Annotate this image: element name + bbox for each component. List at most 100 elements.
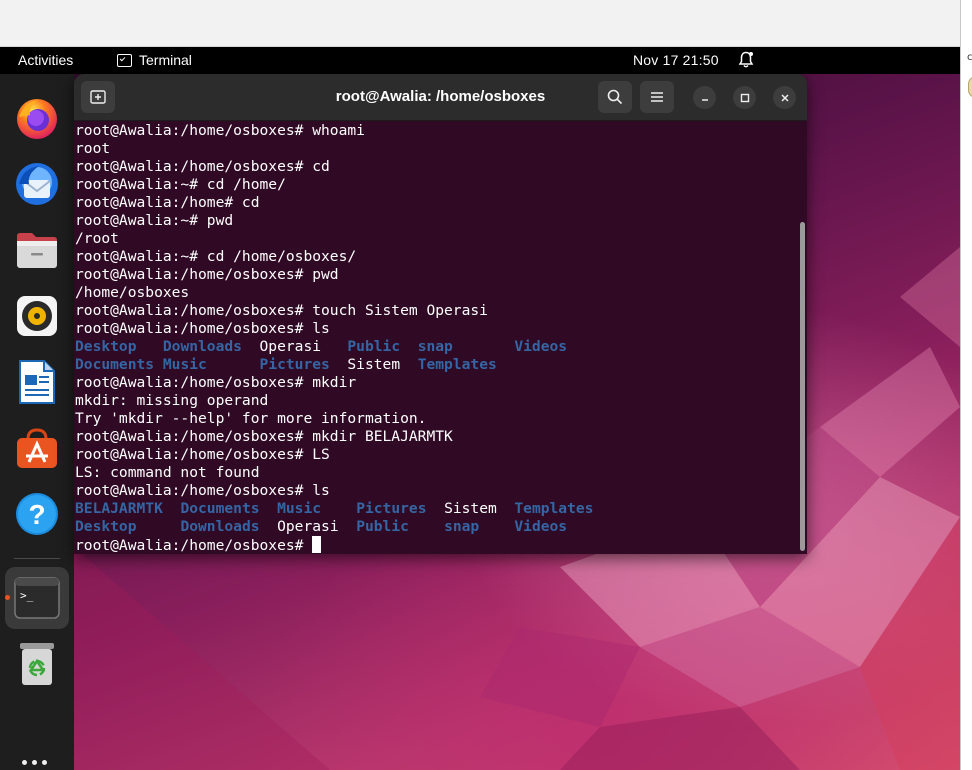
clock[interactable]: Nov 17 21:50 [633, 52, 719, 68]
terminal-line: root@Awalia:/home/osboxes# ls [75, 320, 795, 338]
directory-name: Videos [514, 338, 568, 355]
minimize-icon [701, 98, 708, 101]
directory-name: Downloads [180, 518, 260, 535]
terminal-line: root [75, 140, 795, 158]
dock-trash[interactable] [11, 638, 63, 690]
firefox-icon [17, 99, 57, 139]
files-icon [17, 233, 57, 268]
directory-name: Public [347, 338, 401, 355]
close-icon [780, 93, 789, 102]
search-button[interactable] [598, 81, 632, 113]
terminal-scrollbar[interactable] [800, 222, 805, 551]
terminal-text: root@Awalia:~# pwd [75, 212, 234, 229]
terminal-text: root@Awalia:/home/osboxes# pwd [75, 266, 339, 283]
dock-thunderbird[interactable] [11, 158, 63, 210]
directory-name: Desktop [75, 518, 137, 535]
terminal-line: LS: command not found [75, 464, 795, 482]
show-applications-button[interactable] [22, 760, 47, 765]
terminal-text: root@Awalia:/home/osboxes# mkdir BELAJAR… [75, 428, 453, 445]
terminal-text: Operasi [259, 518, 357, 535]
directory-name: Music [277, 500, 322, 517]
dock-firefox[interactable] [11, 92, 63, 144]
terminal-line: root@Awalia:/home/osboxes# mkdir [75, 374, 795, 392]
maximize-icon [740, 93, 749, 102]
terminal-line: root@Awalia:/home/osboxes# whoami [75, 122, 795, 140]
dock-terminal[interactable]: >_ [11, 572, 63, 624]
terminal-text: Try 'mkdir --help' for more information. [75, 410, 427, 427]
terminal-line: Desktop Downloads Operasi Public snap Vi… [75, 338, 795, 356]
dock-rhythmbox[interactable] [11, 290, 63, 342]
terminal-cursor [312, 536, 322, 553]
terminal-text: Operasi [241, 338, 348, 355]
terminal-line: BELAJARMTK Documents Music Pictures Sist… [75, 500, 795, 518]
terminal-titlebar[interactable]: root@Awalia: /home/osboxes [74, 74, 807, 121]
directory-name: Downloads [162, 338, 242, 355]
directory-name: Public [356, 518, 409, 535]
dock-files[interactable] [11, 224, 63, 276]
host-side-panel: c [960, 0, 972, 770]
bell-icon[interactable] [738, 51, 754, 69]
terminal-text: root@Awalia:/home/osboxes# cd [75, 158, 330, 175]
directory-name: BELAJARMTK [75, 500, 163, 517]
terminal-line: root@Awalia:~# cd /home/osboxes/ [75, 248, 795, 266]
app-menu[interactable]: Terminal [117, 52, 192, 68]
directory-name: Documents [180, 500, 260, 517]
directory-name: snap [417, 338, 453, 355]
app-menu-label: Terminal [139, 52, 192, 68]
host-window-strip [0, 0, 960, 47]
top-bar: Activities Terminal Nov 17 21:50 [0, 47, 960, 74]
terminal-window[interactable]: root@Awalia: /home/osboxes root@Awalia:/… [74, 74, 807, 554]
hamburger-icon [651, 92, 663, 102]
directory-name: Music [162, 356, 207, 373]
terminal-line: mkdir: missing operand [75, 392, 795, 410]
directory-name: Videos [514, 518, 568, 535]
dock-writer[interactable] [11, 356, 63, 408]
terminal-line: root@Awalia:/home# cd [75, 194, 795, 212]
help-glyph: ? [28, 499, 45, 530]
terminal-glyph: >_ [20, 589, 34, 602]
terminal-text: root@Awalia:/home# cd [75, 194, 260, 211]
terminal-text: /home/osboxes [75, 284, 190, 301]
minimize-button[interactable] [693, 86, 716, 109]
terminal-text: root@Awalia:/home/osboxes# touch Sistem … [75, 302, 488, 319]
terminal-icon: >_ [14, 577, 60, 619]
terminal-line: root@Awalia:/home/osboxes# [75, 536, 795, 554]
terminal-line: root@Awalia:~# pwd [75, 212, 795, 230]
terminal-text: root@Awalia:~# cd /home/osboxes/ [75, 248, 357, 265]
directory-name: Templates [514, 500, 594, 517]
directory-name: Templates [417, 356, 497, 373]
terminal-text: root@Awalia:~# cd /home/ [75, 176, 286, 193]
trash-icon [20, 643, 54, 685]
terminal-output[interactable]: root@Awalia:/home/osboxes# whoami root roo… [75, 122, 795, 554]
host-tab-handle[interactable] [968, 76, 972, 98]
rhythmbox-icon [17, 296, 57, 336]
terminal-text: root@Awalia:/home/osboxes# whoami [75, 122, 365, 139]
dock-separator [14, 558, 60, 559]
terminal-line: /home/osboxes [75, 284, 795, 302]
activities-button[interactable]: Activities [18, 52, 73, 68]
writer-icon [19, 360, 55, 404]
menu-button[interactable] [640, 81, 674, 113]
terminal-text: /root [75, 230, 119, 247]
help-icon: ? [16, 493, 58, 535]
dock: ? >_ [0, 74, 74, 770]
dock-help[interactable]: ? [11, 488, 63, 540]
software-icon [17, 428, 57, 468]
terminal-line: /root [75, 230, 795, 248]
maximize-button[interactable] [733, 86, 756, 109]
terminal-line: root@Awalia:/home/osboxes# touch Sistem … [75, 302, 795, 320]
terminal-text: LS: command not found [75, 464, 260, 481]
close-button[interactable] [773, 86, 796, 109]
terminal-line: Try 'mkdir --help' for more information. [75, 410, 795, 428]
terminal-line: root@Awalia:/home/osboxes# mkdir BELAJAR… [75, 428, 795, 446]
dock-software[interactable] [11, 422, 63, 474]
terminal-line: Documents Music Pictures Sistem Template… [75, 356, 795, 374]
